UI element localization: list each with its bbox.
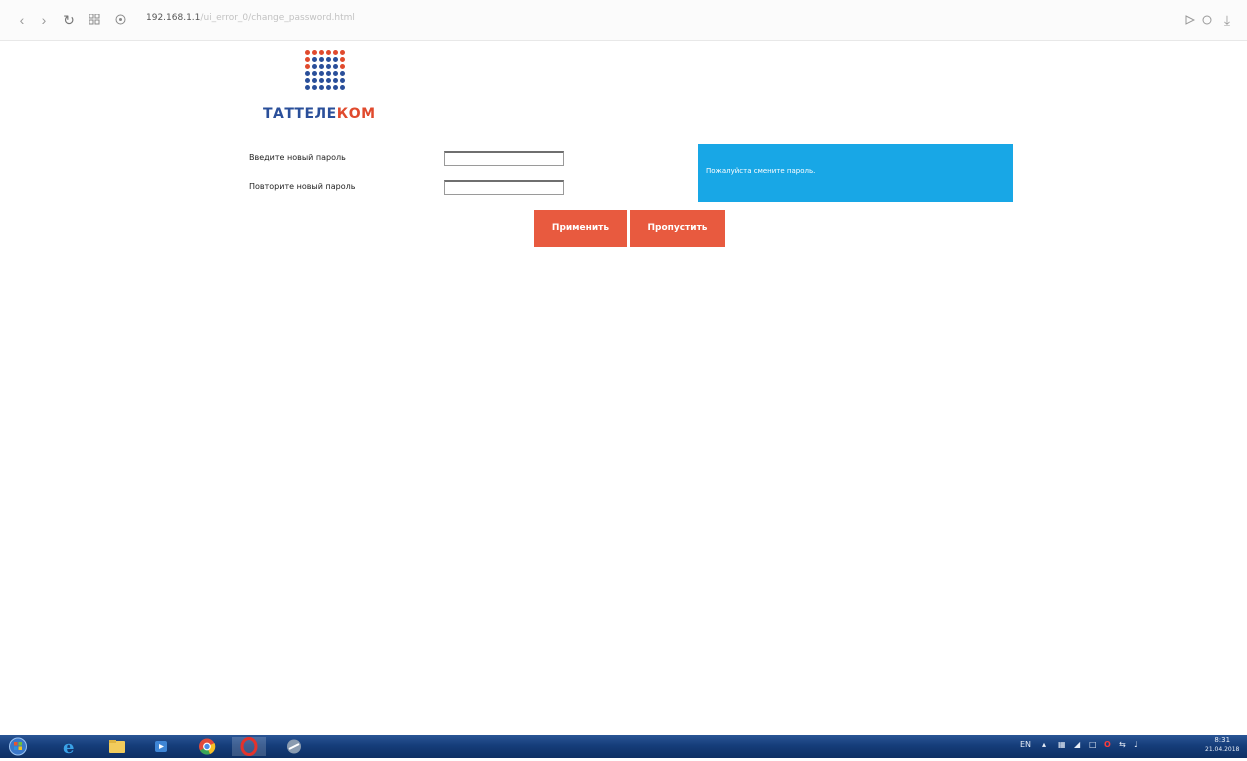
logo-dot [305, 85, 310, 90]
logo-dot [326, 85, 331, 90]
info-message-box: Пожалуйста смените пароль. [698, 144, 1013, 202]
logo-dot [333, 78, 338, 83]
send-icon [1185, 15, 1196, 25]
logo-dot [305, 64, 310, 69]
logo-dot [340, 71, 345, 76]
logo-dot [326, 78, 331, 83]
logo-dot [333, 64, 338, 69]
logo-text-red: КОМ [336, 106, 376, 122]
internet-explorer-icon: e [63, 737, 74, 758]
logo-dot [333, 85, 338, 90]
apply-button[interactable]: Применить [534, 210, 627, 247]
taskbar-system-tool[interactable] [284, 737, 304, 756]
logo-dot [312, 64, 317, 69]
tray-clock[interactable]: 8:31 21.04.2018 [1205, 736, 1239, 754]
clock-date: 21.04.2018 [1205, 746, 1240, 753]
forward-button[interactable]: › [36, 10, 52, 30]
skip-button[interactable]: Пропустить [630, 210, 725, 247]
logo-dot [319, 78, 324, 83]
file-explorer-icon [109, 740, 125, 753]
tray-monitor-icon[interactable]: □ [1089, 740, 1097, 749]
logo-dot [333, 71, 338, 76]
reload-icon: ↻ [63, 12, 75, 28]
info-message-text: Пожалуйста смените пароль. [706, 167, 816, 175]
repeat-password-label: Повторите новый пароль [249, 182, 356, 191]
logo-dot [326, 50, 331, 55]
system-tool-icon [287, 739, 301, 754]
media-player-icon [155, 741, 167, 752]
browser-toolbar: ‹ › ↻ 192.168.1.1/ui_error_0/change_pass… [0, 0, 1247, 41]
logo-dot [340, 50, 345, 55]
logo-dot [333, 57, 338, 62]
logo-dot [319, 50, 324, 55]
logo-dot [340, 78, 345, 83]
logo-dot [312, 57, 317, 62]
logo-dot [312, 85, 317, 90]
language-indicator[interactable]: EN [1020, 740, 1031, 749]
tray-sync-icon[interactable]: ⇆ [1119, 740, 1126, 749]
taskbar-file-explorer[interactable] [107, 737, 127, 756]
logo-dot [312, 50, 317, 55]
logo-dot [312, 71, 317, 76]
logo-dot [326, 64, 331, 69]
url-host: 192.168.1.1 [146, 13, 201, 23]
clock-time: 8:31 [1214, 736, 1231, 744]
tray-signal-icon[interactable]: ◢ [1074, 740, 1080, 749]
start-button[interactable] [8, 737, 28, 756]
logo-dot [305, 78, 310, 83]
start-orb-icon [9, 737, 27, 756]
chrome-icon [199, 738, 216, 755]
back-button[interactable]: ‹ [14, 10, 30, 30]
logo-dot [319, 85, 324, 90]
send-button[interactable] [1183, 10, 1197, 30]
tray-network-icon[interactable]: ▦ [1058, 740, 1066, 749]
repeat-password-input[interactable] [444, 180, 564, 195]
tray-volume-icon[interactable]: ♩ [1134, 740, 1138, 749]
site-info-icon [115, 14, 125, 25]
download-button[interactable]: ⤓ [1219, 10, 1235, 30]
logo-text-blue: ТАТТЕЛЕ [263, 106, 337, 122]
chevron-right-icon: › [41, 12, 47, 28]
heart-icon [1202, 15, 1212, 25]
logo-dot [340, 64, 345, 69]
new-password-label: Введите новый пароль [249, 153, 346, 162]
site-info-button[interactable] [112, 10, 128, 30]
logo-dot [319, 57, 324, 62]
logo-dot [326, 57, 331, 62]
tray-opera-icon[interactable]: O [1104, 740, 1111, 749]
logo-dot [305, 50, 310, 55]
taskbar-media-player[interactable] [151, 737, 171, 756]
reload-button[interactable]: ↻ [60, 10, 78, 30]
taskbar-opera[interactable] [232, 737, 266, 756]
tray-arrow-icon[interactable]: ▴ [1042, 740, 1046, 749]
taskbar-chrome[interactable] [197, 737, 217, 756]
logo-dot [312, 78, 317, 83]
logo-dot [319, 64, 324, 69]
download-icon: ⤓ [1223, 12, 1231, 28]
taskbar-internet-explorer[interactable]: e [60, 737, 80, 758]
svg-text:e: e [63, 737, 74, 756]
logo-dot [326, 71, 331, 76]
speed-dial-button[interactable] [86, 10, 102, 30]
url-path: /ui_error_0/change_password.html [200, 13, 355, 23]
logo-wordmark: ТАТТЕЛЕКОМ [263, 106, 376, 122]
logo-dot [340, 57, 345, 62]
heart-button[interactable] [1200, 10, 1214, 30]
new-password-input[interactable] [444, 151, 564, 166]
logo-dot [319, 71, 324, 76]
speed-dial-grid-icon [88, 13, 99, 25]
windows-taskbar: e EN ▴ ▦ ◢ □ O ⇆ ♩ 8:31 21.04.2018 [0, 735, 1247, 758]
logo-dot [333, 50, 338, 55]
logo-dot [305, 57, 310, 62]
address-bar[interactable]: 192.168.1.1/ui_error_0/change_password.h… [146, 13, 355, 23]
logo-dot [340, 85, 345, 90]
logo-dot [305, 71, 310, 76]
opera-icon [240, 737, 258, 756]
chevron-left-icon: ‹ [19, 12, 25, 28]
